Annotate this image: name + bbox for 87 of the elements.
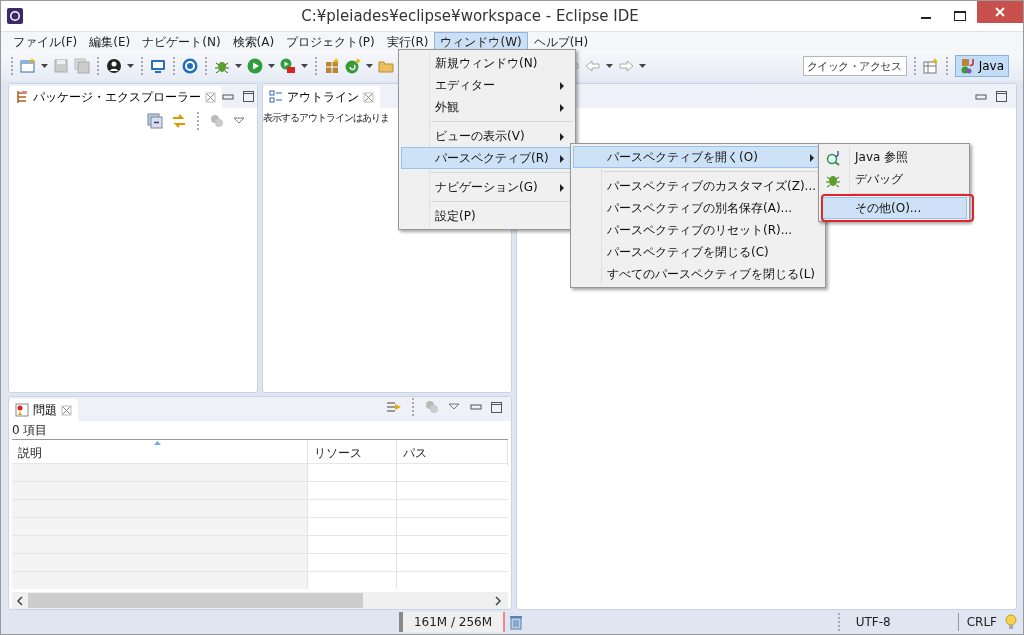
sort-arrow-icon bbox=[154, 441, 161, 445]
eclipse-logo-icon bbox=[7, 8, 23, 24]
outline-message: 表示するアウトラインはありま bbox=[263, 111, 389, 125]
menu-item[interactable]: エディター bbox=[401, 74, 573, 96]
collapse-all-icon[interactable] bbox=[147, 113, 163, 129]
view-tab[interactable]: パッケージ・エクスプローラー bbox=[9, 86, 222, 108]
window-title: C:¥pleiades¥eclipse¥workspace - Eclipse IDE bbox=[300, 5, 640, 27]
view-tab[interactable]: 問題 bbox=[9, 399, 78, 421]
monitor-icon[interactable] bbox=[150, 58, 166, 74]
menu-item[interactable]: デバッグ bbox=[821, 168, 967, 190]
close-icon[interactable] bbox=[363, 91, 374, 103]
problems-icon bbox=[15, 403, 29, 417]
menu-bar-item[interactable]: 検索(A) bbox=[226, 31, 281, 52]
close-icon bbox=[995, 7, 1005, 17]
menu-bar-item[interactable]: ヘルプ(H) bbox=[527, 31, 595, 52]
package-explorer-icon bbox=[15, 90, 29, 104]
menu-bar-item[interactable]: ナビゲート(N) bbox=[136, 31, 227, 52]
minimize-icon[interactable] bbox=[470, 402, 482, 412]
scroll-right-icon[interactable] bbox=[494, 595, 502, 606]
submenu-arrow-icon bbox=[560, 104, 564, 112]
menu-item[interactable]: 新規ウィンドウ(N) bbox=[401, 52, 573, 74]
menu-item[interactable]: パースペクティブ(R) bbox=[401, 147, 573, 169]
menu-item[interactable]: 外観 bbox=[401, 96, 573, 118]
menu-item[interactable]: すべてのパースペクティブを閉じる(L) bbox=[573, 263, 823, 285]
user-icon[interactable] bbox=[106, 58, 122, 74]
submenu-arrow-icon bbox=[560, 82, 564, 90]
item-count: 0 項目 bbox=[11, 422, 49, 439]
submenu-arrow-icon bbox=[560, 184, 564, 192]
submenu-arrow-icon bbox=[810, 154, 814, 162]
scroll-left-icon[interactable] bbox=[16, 595, 24, 606]
submenu-arrow-icon bbox=[560, 133, 564, 141]
caret-icon[interactable] bbox=[606, 62, 613, 70]
column-header[interactable]: リソース bbox=[308, 440, 397, 466]
caret-icon[interactable] bbox=[268, 62, 275, 70]
play-icon[interactable] bbox=[247, 58, 263, 74]
java-perspective-button[interactable]: Java bbox=[954, 55, 1009, 77]
caret-icon[interactable] bbox=[366, 62, 373, 70]
quick-access-field[interactable]: クイック・アクセス bbox=[802, 56, 907, 76]
minimize-icon[interactable] bbox=[222, 91, 234, 102]
submenu-arrow-icon bbox=[560, 155, 564, 163]
view-tab[interactable]: アウトライン bbox=[263, 86, 380, 108]
minimize-icon[interactable] bbox=[975, 91, 987, 102]
caret-icon[interactable] bbox=[127, 62, 134, 70]
forward-arrow-icon[interactable] bbox=[618, 58, 634, 74]
caret-icon[interactable] bbox=[235, 62, 242, 70]
run-tool-icon[interactable] bbox=[280, 58, 296, 74]
column-header[interactable]: パス bbox=[397, 440, 508, 466]
menu-bar-item[interactable]: プロジェクト(P) bbox=[280, 31, 381, 52]
encoding-label: UTF-8 bbox=[837, 613, 958, 631]
lightbulb-icon bbox=[1005, 614, 1017, 630]
package-icon[interactable] bbox=[324, 58, 340, 74]
maximize-icon[interactable] bbox=[490, 400, 503, 414]
open-perspective-icon[interactable] bbox=[922, 58, 939, 74]
menu-bar-item[interactable]: 実行(R) bbox=[380, 31, 435, 52]
caret-icon[interactable] bbox=[639, 62, 646, 70]
folder-icon[interactable] bbox=[378, 58, 394, 74]
view-tab-label: アウトライン bbox=[287, 89, 359, 106]
outline-icon bbox=[269, 90, 283, 104]
back-arrow-icon[interactable] bbox=[585, 58, 601, 74]
filter-icon[interactable] bbox=[386, 400, 402, 414]
menu-item[interactable]: Java 参照 bbox=[821, 146, 967, 168]
close-icon[interactable] bbox=[61, 404, 72, 416]
circles-icon[interactable] bbox=[209, 113, 225, 129]
menu-item[interactable]: 設定(P) bbox=[401, 205, 573, 227]
caret-icon[interactable] bbox=[41, 62, 48, 70]
search-class-icon bbox=[825, 150, 841, 166]
horizontal-scrollbar[interactable] bbox=[12, 592, 508, 609]
link-arrows-icon[interactable] bbox=[171, 113, 187, 129]
menu-bar-item[interactable]: ファイル(F) bbox=[7, 31, 84, 52]
new-file-icon[interactable] bbox=[20, 58, 36, 74]
heap-status[interactable]: 161M / 256M bbox=[399, 612, 505, 632]
maximize-icon[interactable] bbox=[995, 90, 1008, 103]
new-class-icon[interactable] bbox=[345, 58, 361, 74]
maximize-icon[interactable] bbox=[242, 90, 255, 103]
menu-bar-item[interactable]: ウィンドウ(W) bbox=[434, 31, 528, 52]
view-tab-label: パッケージ・エクスプローラー bbox=[33, 89, 201, 106]
java-perspective-icon bbox=[959, 58, 976, 74]
menu-item[interactable]: パースペクティブを閉じる(C) bbox=[573, 241, 823, 263]
close-icon[interactable] bbox=[205, 91, 216, 103]
close-button[interactable] bbox=[977, 1, 1023, 23]
caret-icon[interactable] bbox=[301, 62, 308, 70]
trash-icon[interactable] bbox=[509, 614, 523, 630]
maximize-icon bbox=[954, 11, 966, 21]
view-tab-label: 問題 bbox=[33, 402, 57, 419]
line-delimiter-label: CRLF bbox=[957, 613, 1005, 631]
menu-item[interactable]: パースペクティブのリセット(R)... bbox=[573, 219, 823, 241]
menu-bar-item[interactable]: 編集(E) bbox=[83, 31, 137, 52]
